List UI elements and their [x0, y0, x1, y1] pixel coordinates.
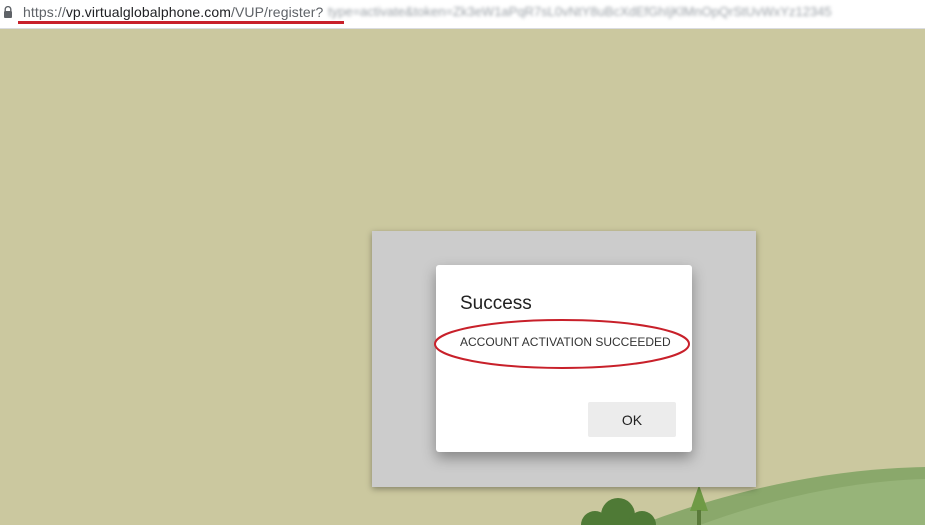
- url-scheme: https://: [23, 4, 66, 20]
- pine-tree: [690, 485, 708, 511]
- browser-address-bar[interactable]: https://vp.virtualglobalphone.com/VUP/re…: [0, 0, 925, 29]
- lock-icon: [4, 6, 12, 18]
- success-dialog: Success ACCOUNT ACTIVATION SUCCEEDED OK: [436, 265, 692, 452]
- url-host: vp.virtualglobalphone.com: [65, 4, 231, 20]
- url-text[interactable]: https://vp.virtualglobalphone.com/VUP/re…: [23, 4, 323, 20]
- url-query-blurred: type=activate&token=Zk3eW1aPqR7sL0vNtY8u…: [328, 4, 832, 19]
- dialog-message: ACCOUNT ACTIVATION SUCCEEDED: [460, 335, 671, 349]
- dialog-title: Success: [460, 293, 532, 314]
- page: https://vp.virtualglobalphone.com/VUP/re…: [0, 0, 925, 525]
- pine-tree-trunk: [697, 510, 701, 525]
- url-annotation-underline: [18, 21, 344, 24]
- url-path: /VUP/register?: [230, 4, 324, 20]
- ok-button[interactable]: OK: [588, 402, 676, 437]
